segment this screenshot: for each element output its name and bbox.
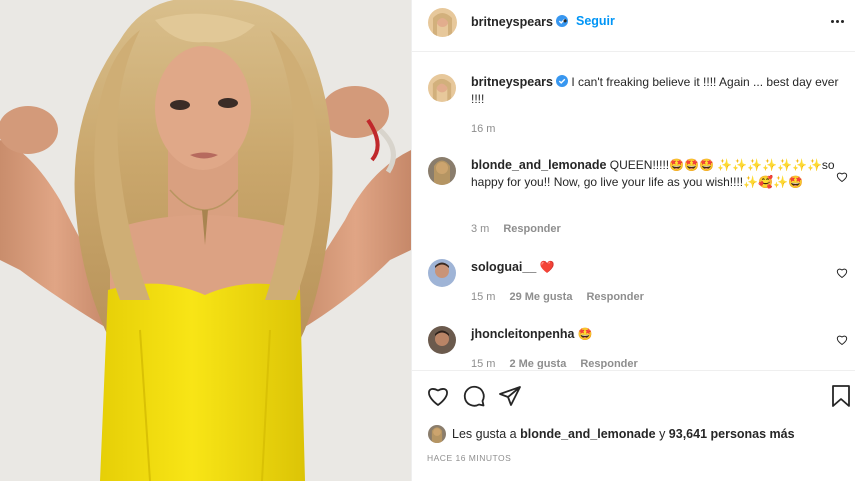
comment-time[interactable]: 15 m: [471, 358, 495, 369]
share-icon[interactable]: [498, 384, 522, 408]
commenter-avatar[interactable]: [428, 259, 456, 287]
comment-text-block: jhoncleitonpenha 🤩: [471, 326, 841, 343]
commenter-avatar[interactable]: [428, 157, 456, 185]
comment-text-block: blonde_and_lemonade QUEEN!!!!!🤩🤩🤩 ✨✨✨✨✨✨…: [471, 157, 841, 191]
comment-likes-count[interactable]: 29 Me gusta: [509, 291, 572, 303]
comment-meta: 15 m 29 Me gusta Responder: [471, 291, 644, 303]
author-username[interactable]: britneyspears: [471, 15, 553, 29]
caption-time[interactable]: 16 m: [471, 123, 495, 135]
comment-row: sologuai__ ❤️ 15 m 29 Me gusta Responder: [428, 259, 848, 309]
bookmark-icon[interactable]: [829, 384, 853, 408]
author-avatar[interactable]: [428, 8, 457, 37]
follow-button[interactable]: Seguir: [576, 14, 615, 28]
author-avatar[interactable]: [428, 74, 456, 102]
post-actions-section: Les gusta a blonde_and_lemonade y 93,641…: [412, 370, 855, 481]
reply-button[interactable]: Responder: [580, 358, 637, 369]
comment-icon[interactable]: [462, 384, 486, 408]
post-photo[interactable]: [0, 0, 411, 481]
comment-meta: 3 m Responder: [471, 223, 561, 235]
reply-button[interactable]: Responder: [586, 291, 643, 303]
comment-likes-count[interactable]: 2 Me gusta: [509, 358, 566, 369]
instagram-post-view: britneyspears • Seguir britneyspears I c…: [0, 0, 855, 481]
author-username-wrap[interactable]: britneyspears: [471, 15, 568, 29]
likes-count[interactable]: 93,641 personas más: [669, 427, 795, 441]
comment-username[interactable]: jhoncleitonpenha: [471, 327, 574, 341]
comment-row: jhoncleitonpenha 🤩 15 m 2 Me gusta Respo…: [428, 326, 848, 369]
comment-username[interactable]: blonde_and_lemonade: [471, 158, 606, 172]
reply-button[interactable]: Responder: [503, 223, 560, 235]
comments-list[interactable]: britneyspears I can't freaking believe i…: [412, 53, 855, 369]
comment-like-icon[interactable]: [836, 267, 848, 279]
post-timestamp[interactable]: HACE 16 MINUTOS: [427, 453, 511, 463]
comment-time[interactable]: 15 m: [471, 291, 495, 303]
comment-row: blonde_and_lemonade QUEEN!!!!!🤩🤩🤩 ✨✨✨✨✨✨…: [428, 157, 848, 237]
comment-like-icon[interactable]: [836, 334, 848, 346]
caption-meta: 16 m: [471, 123, 495, 135]
post-image: [0, 0, 411, 481]
commenter-avatar[interactable]: [428, 326, 456, 354]
like-heart-icon[interactable]: [426, 384, 450, 408]
comment-text: ❤️: [539, 260, 555, 274]
likes-prefix: Les gusta a: [452, 427, 517, 441]
likes-user[interactable]: blonde_and_lemonade: [520, 427, 655, 441]
caption-username[interactable]: britneyspears: [471, 75, 553, 89]
verified-icon: [555, 75, 568, 87]
post-header: britneyspears • Seguir: [412, 0, 855, 52]
liker-avatar[interactable]: [428, 425, 446, 443]
comment-text-block: sologuai__ ❤️: [471, 259, 841, 276]
separator-dot: •: [563, 14, 568, 28]
comment-username[interactable]: sologuai__: [471, 260, 536, 274]
likes-summary: Les gusta a blonde_and_lemonade y 93,641…: [428, 425, 795, 443]
comment-like-icon[interactable]: [836, 171, 848, 183]
caption-text-block: britneyspears I can't freaking believe i…: [471, 74, 841, 108]
post-details-panel: britneyspears • Seguir britneyspears I c…: [411, 0, 855, 481]
comment-text: 🤩: [577, 327, 593, 341]
comment-time[interactable]: 3 m: [471, 223, 489, 235]
comment-meta: 15 m 2 Me gusta Responder: [471, 358, 638, 369]
likes-middle: y: [659, 427, 666, 441]
more-options-icon[interactable]: [828, 14, 846, 28]
caption-row: britneyspears I can't freaking believe i…: [428, 74, 848, 144]
